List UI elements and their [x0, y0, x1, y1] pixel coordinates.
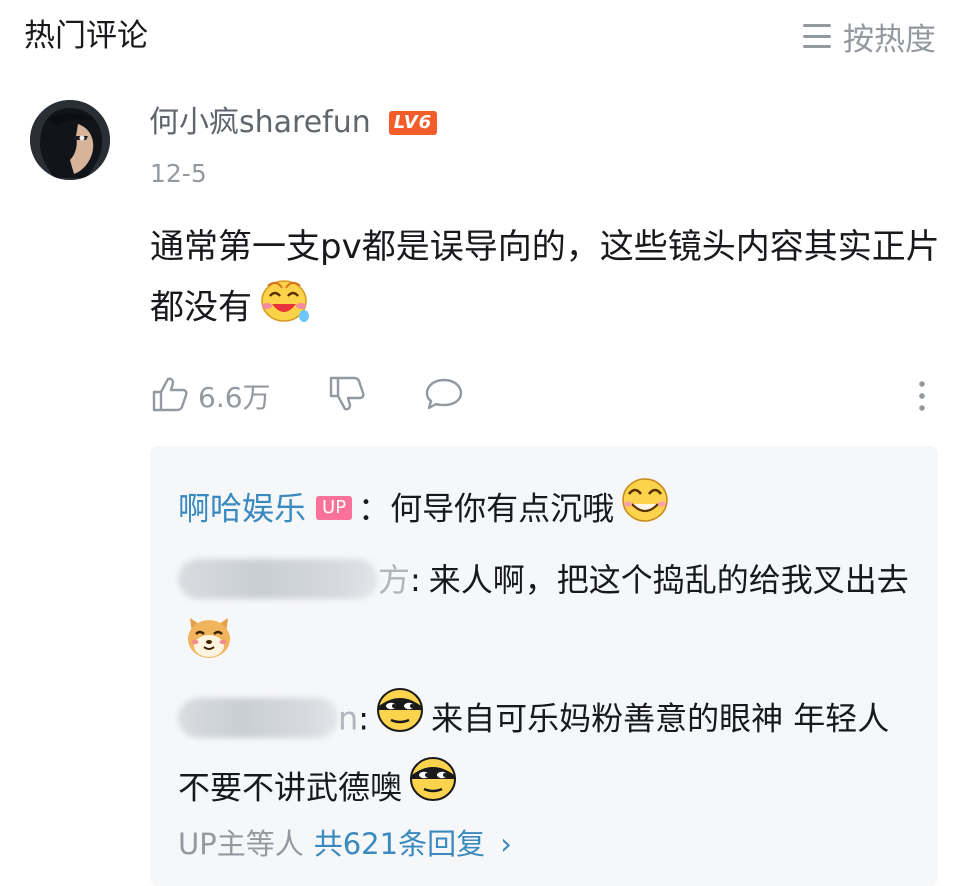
- reply-separator: ：: [358, 489, 391, 528]
- reply-separator: :: [358, 699, 370, 738]
- reply-text: 何导你有点沉哦: [390, 489, 615, 528]
- thumbs-up-icon: [150, 374, 190, 418]
- level-badge: LV6: [388, 111, 438, 135]
- reply-username-tail: n: [338, 699, 359, 738]
- comment-body: 通常第一支pv都是误导向的，这些镜头内容其实正片都没有: [150, 218, 940, 342]
- reply-text: 来人啊，把这个捣乱的给我叉出去: [428, 561, 909, 599]
- reply-button[interactable]: [423, 374, 465, 418]
- reply-item: 方: 来人啊，把这个捣乱的给我叉出去: [178, 548, 918, 683]
- replies-panel: 啊哈娱乐 UP ：何导你有点沉哦 方: 来人啊，把这个捣乱的给我叉出去 n: 来…: [150, 446, 938, 886]
- more-options-icon[interactable]: [912, 376, 932, 416]
- laughing-crying-emoji-icon: [258, 276, 310, 342]
- reply-count-link: 共621条回复: [313, 827, 486, 861]
- reply-item: n: 来自可乐妈粉善意的眼神 年轻人不要不讲武德噢: [178, 686, 918, 824]
- reply-separator: :: [410, 561, 421, 599]
- like-count: 6.6万: [198, 381, 271, 414]
- reply-summary-prefix: UP主等人: [178, 827, 304, 861]
- like-button[interactable]: 6.6万: [150, 374, 271, 418]
- username-link[interactable]: 何小疯sharefun: [149, 102, 371, 144]
- dislike-button[interactable]: [327, 374, 367, 418]
- side-eye-emoji-icon: [408, 755, 458, 824]
- chevron-right-icon: ›: [500, 827, 512, 861]
- comment-date: 12-5: [150, 159, 207, 188]
- sort-lines-icon: [803, 24, 831, 48]
- up-badge: UP: [316, 495, 353, 520]
- reply-username[interactable]: 啊哈娱乐: [178, 490, 306, 528]
- speech-bubble-icon: [423, 374, 465, 418]
- view-all-replies-link[interactable]: UP主等人 共621条回复 ›: [178, 822, 512, 866]
- thumbs-down-icon: [327, 374, 367, 418]
- reply-username-blurred[interactable]: [178, 697, 338, 738]
- reply-item: 啊哈娱乐 UP ：何导你有点沉哦: [178, 476, 918, 545]
- shiba-dog-emoji-icon: [184, 612, 234, 683]
- reply-username-tail: 方: [378, 561, 411, 599]
- reply-username-blurred[interactable]: [178, 559, 378, 599]
- smiling-emoji-icon: [620, 476, 670, 545]
- sort-label: 按热度: [843, 21, 936, 58]
- side-eye-emoji-icon: [375, 686, 425, 755]
- section-title: 热门评论: [24, 18, 148, 54]
- sort-toggle[interactable]: 按热度: [803, 14, 936, 58]
- avatar[interactable]: [30, 100, 110, 180]
